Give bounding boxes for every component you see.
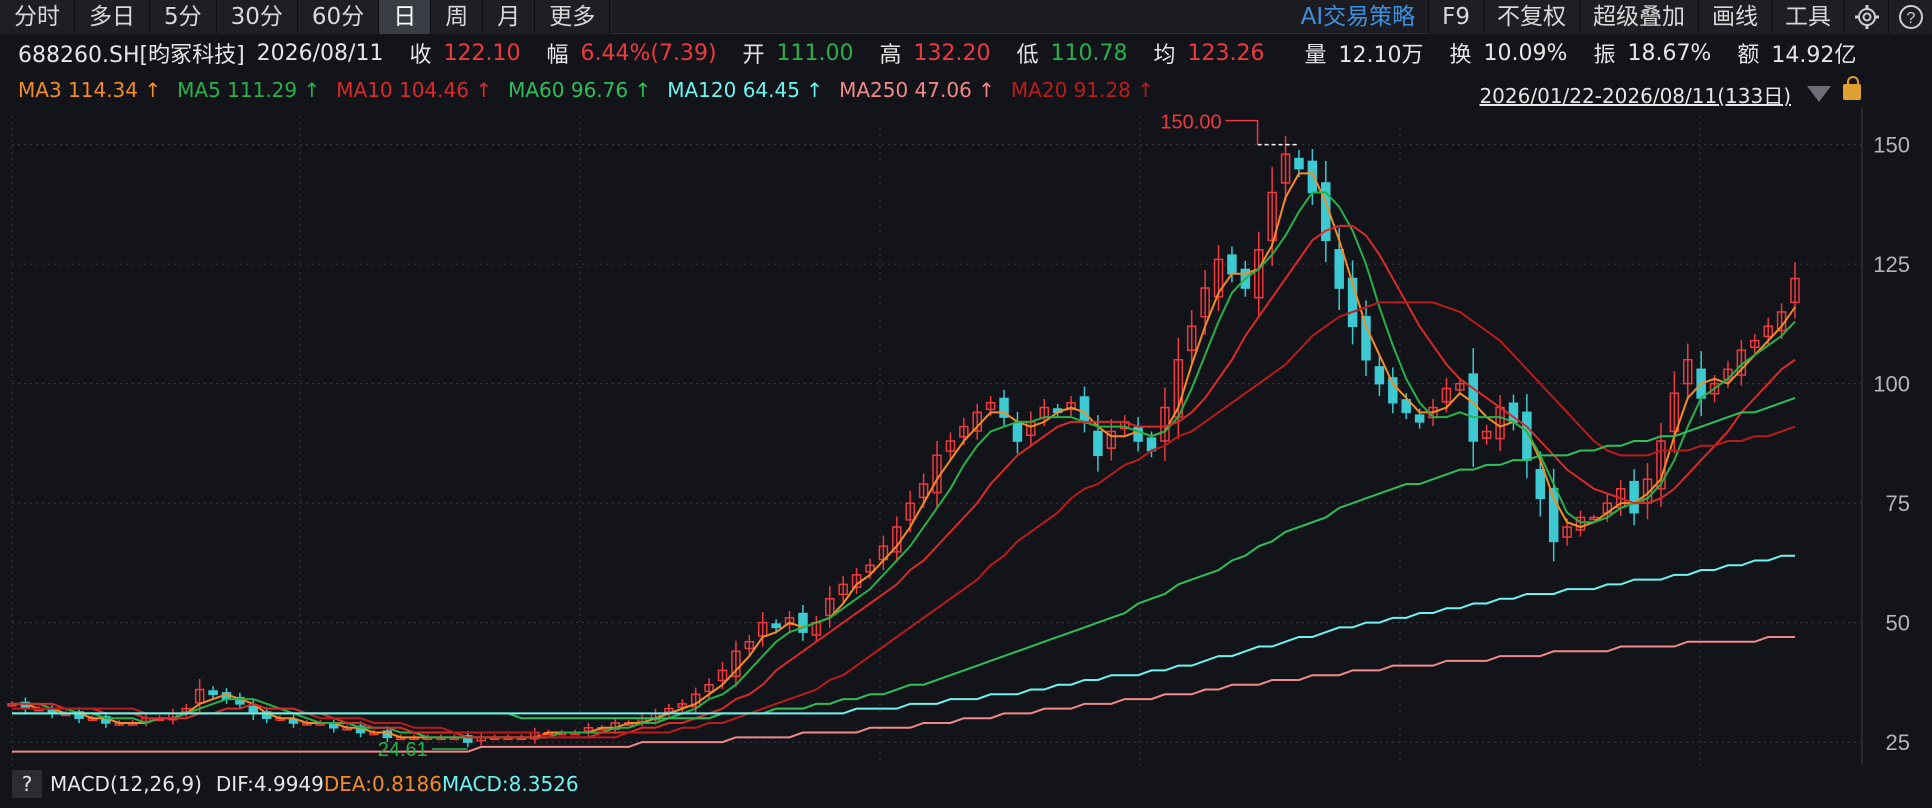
ma-legend-item[interactable]: MA5 111.29 ↑ — [177, 78, 320, 106]
volume-label: 量 — [1304, 43, 1327, 68]
macd-dea: DEA:0.8186 — [323, 772, 442, 796]
macd-name: MACD(12,26,9) — [50, 772, 202, 796]
tab-1[interactable]: 多日 — [75, 0, 150, 34]
high-label: 高 — [879, 43, 902, 68]
y-tick-label: 50 — [1886, 611, 1910, 636]
candlestick-chart[interactable]: 25 50 75 100 125 150 150.00 24.61 — [0, 106, 1932, 768]
tab-3[interactable]: 30分 — [216, 0, 298, 34]
candle-body — [1079, 396, 1090, 423]
quote-bar: 688260.SH[昀冢科技] 2026/08/11 收 122.10 幅 6.… — [0, 34, 1932, 72]
tab-0[interactable]: 分时 — [0, 0, 75, 34]
low-annotation: 24.61 — [378, 739, 428, 761]
top-toolbar: 分时 多日 5分 30分 60分日周月更多 AI交易策略 F9 不复权 超级叠加 画线 … — [0, 0, 1932, 34]
candle-body — [1535, 468, 1546, 500]
change-label: 幅 — [546, 43, 569, 68]
tab-4[interactable]: 60分 — [297, 0, 380, 34]
candle-body — [208, 690, 218, 696]
lock-icon[interactable] — [1843, 76, 1861, 100]
candle-body — [1374, 366, 1385, 385]
candle-body — [1629, 480, 1639, 514]
close-value: 122.10 — [443, 40, 521, 66]
candle-body — [248, 705, 259, 715]
ma-legend-item[interactable]: MA60 96.76 ↑ — [508, 78, 651, 106]
y-tick-label: 75 — [1886, 491, 1910, 516]
candle-body — [1012, 423, 1023, 442]
open-value: 111.00 — [776, 40, 854, 66]
y-tick-label: 100 — [1873, 372, 1910, 397]
low-label: 低 — [1016, 43, 1039, 68]
tab-5[interactable]: 日 — [379, 0, 432, 34]
chevron-down-icon[interactable] — [1807, 86, 1831, 102]
change-value: 6.44%(7.39) — [580, 40, 717, 66]
avg-value: 123.26 — [1187, 40, 1265, 66]
ma-legend-item[interactable]: MA20 91.28 ↑ — [1011, 78, 1154, 106]
macd-dif: DIF:4.9949 — [215, 772, 324, 796]
macd-legend: ? MACD(12,26,9) DIF:4.9949 DEA:0.8186 MA… — [0, 768, 1932, 800]
ma-legend-item[interactable]: MA10 104.46 ↑ — [336, 78, 492, 106]
volume-value: 12.10万 — [1338, 43, 1424, 68]
high-value: 132.20 — [913, 40, 991, 66]
draw-line-button[interactable]: 画线 — [1698, 0, 1771, 34]
ma-line-ma120 — [12, 554, 1795, 715]
candle-body — [1414, 414, 1425, 423]
tab-7[interactable]: 月 — [483, 0, 536, 34]
avg-label: 均 — [1153, 43, 1176, 68]
y-tick-label: 150 — [1873, 133, 1910, 158]
amount-label: 额 — [1737, 43, 1760, 68]
amplitude-label: 振 — [1593, 43, 1616, 68]
candle-body — [1468, 373, 1479, 442]
close-label: 收 — [409, 43, 432, 68]
ma-legend: MA3 114.34 ↑ MA5 111.29 ↑ MA10 104.46 ↑ MA6… — [18, 78, 1170, 106]
macd-help-button[interactable]: ? — [12, 770, 42, 798]
high-arrow — [1225, 119, 1259, 145]
turnover-value: 10.09% — [1483, 40, 1568, 66]
date-range-label[interactable]: 2026/01/22-2026/08/11(133日) — [1479, 80, 1791, 109]
turnover-label: 换 — [1449, 43, 1472, 68]
ma-line-ma250 — [12, 635, 1795, 753]
super-overlay-button[interactable]: 超级叠加 — [1579, 0, 1698, 34]
y-tick-label: 25 — [1886, 730, 1910, 755]
ai-strategy-button[interactable]: AI交易策略 — [1288, 0, 1429, 34]
low-value: 110.78 — [1050, 40, 1128, 66]
high-annotation: 150.00 — [1160, 112, 1221, 134]
tool-buttons: AI交易策略 F9 不复权 超级叠加 画线 工具 ? — [1288, 0, 1932, 34]
ma-legend-item[interactable]: MA120 64.45 ↑ — [667, 78, 823, 106]
macd-value: MACD:8.3526 — [441, 772, 579, 796]
ma-legend-item[interactable]: MA250 47.06 ↑ — [839, 78, 995, 106]
tab-8[interactable]: 更多 — [535, 0, 611, 34]
tab-2[interactable]: 5分 — [150, 0, 217, 34]
candle-body — [771, 623, 781, 629]
open-label: 开 — [742, 43, 765, 68]
amplitude-value: 18.67% — [1627, 40, 1712, 66]
candle-body — [1227, 254, 1237, 275]
gear-icon[interactable] — [1844, 0, 1888, 34]
candle-body — [1334, 249, 1344, 289]
quote-date: 2026/08/11 — [256, 40, 384, 66]
amount-value: 14.92亿 — [1771, 43, 1857, 68]
y-tick-label: 125 — [1873, 252, 1910, 277]
candle-body — [1294, 157, 1304, 170]
restore-rights-button[interactable]: 不复权 — [1483, 0, 1579, 34]
candle-body — [1093, 430, 1103, 457]
help-icon[interactable]: ? — [1888, 0, 1932, 34]
help-glyph: ? — [1906, 10, 1915, 27]
period-tabs: 分时 多日 5分 30分 60分日周月更多 — [0, 0, 611, 34]
ma-legend-item[interactable]: MA3 114.34 ↑ — [18, 78, 161, 106]
stock-symbol: 688260.SH[昀冢科技] — [18, 43, 245, 68]
ma-line-ma20 — [12, 301, 1796, 739]
candle-body — [1307, 160, 1318, 194]
tab-6[interactable]: 周 — [431, 0, 484, 34]
ma-line-ma10 — [12, 224, 1796, 739]
tools-button[interactable]: 工具 — [1771, 0, 1844, 34]
f9-button[interactable]: F9 — [1428, 0, 1483, 34]
